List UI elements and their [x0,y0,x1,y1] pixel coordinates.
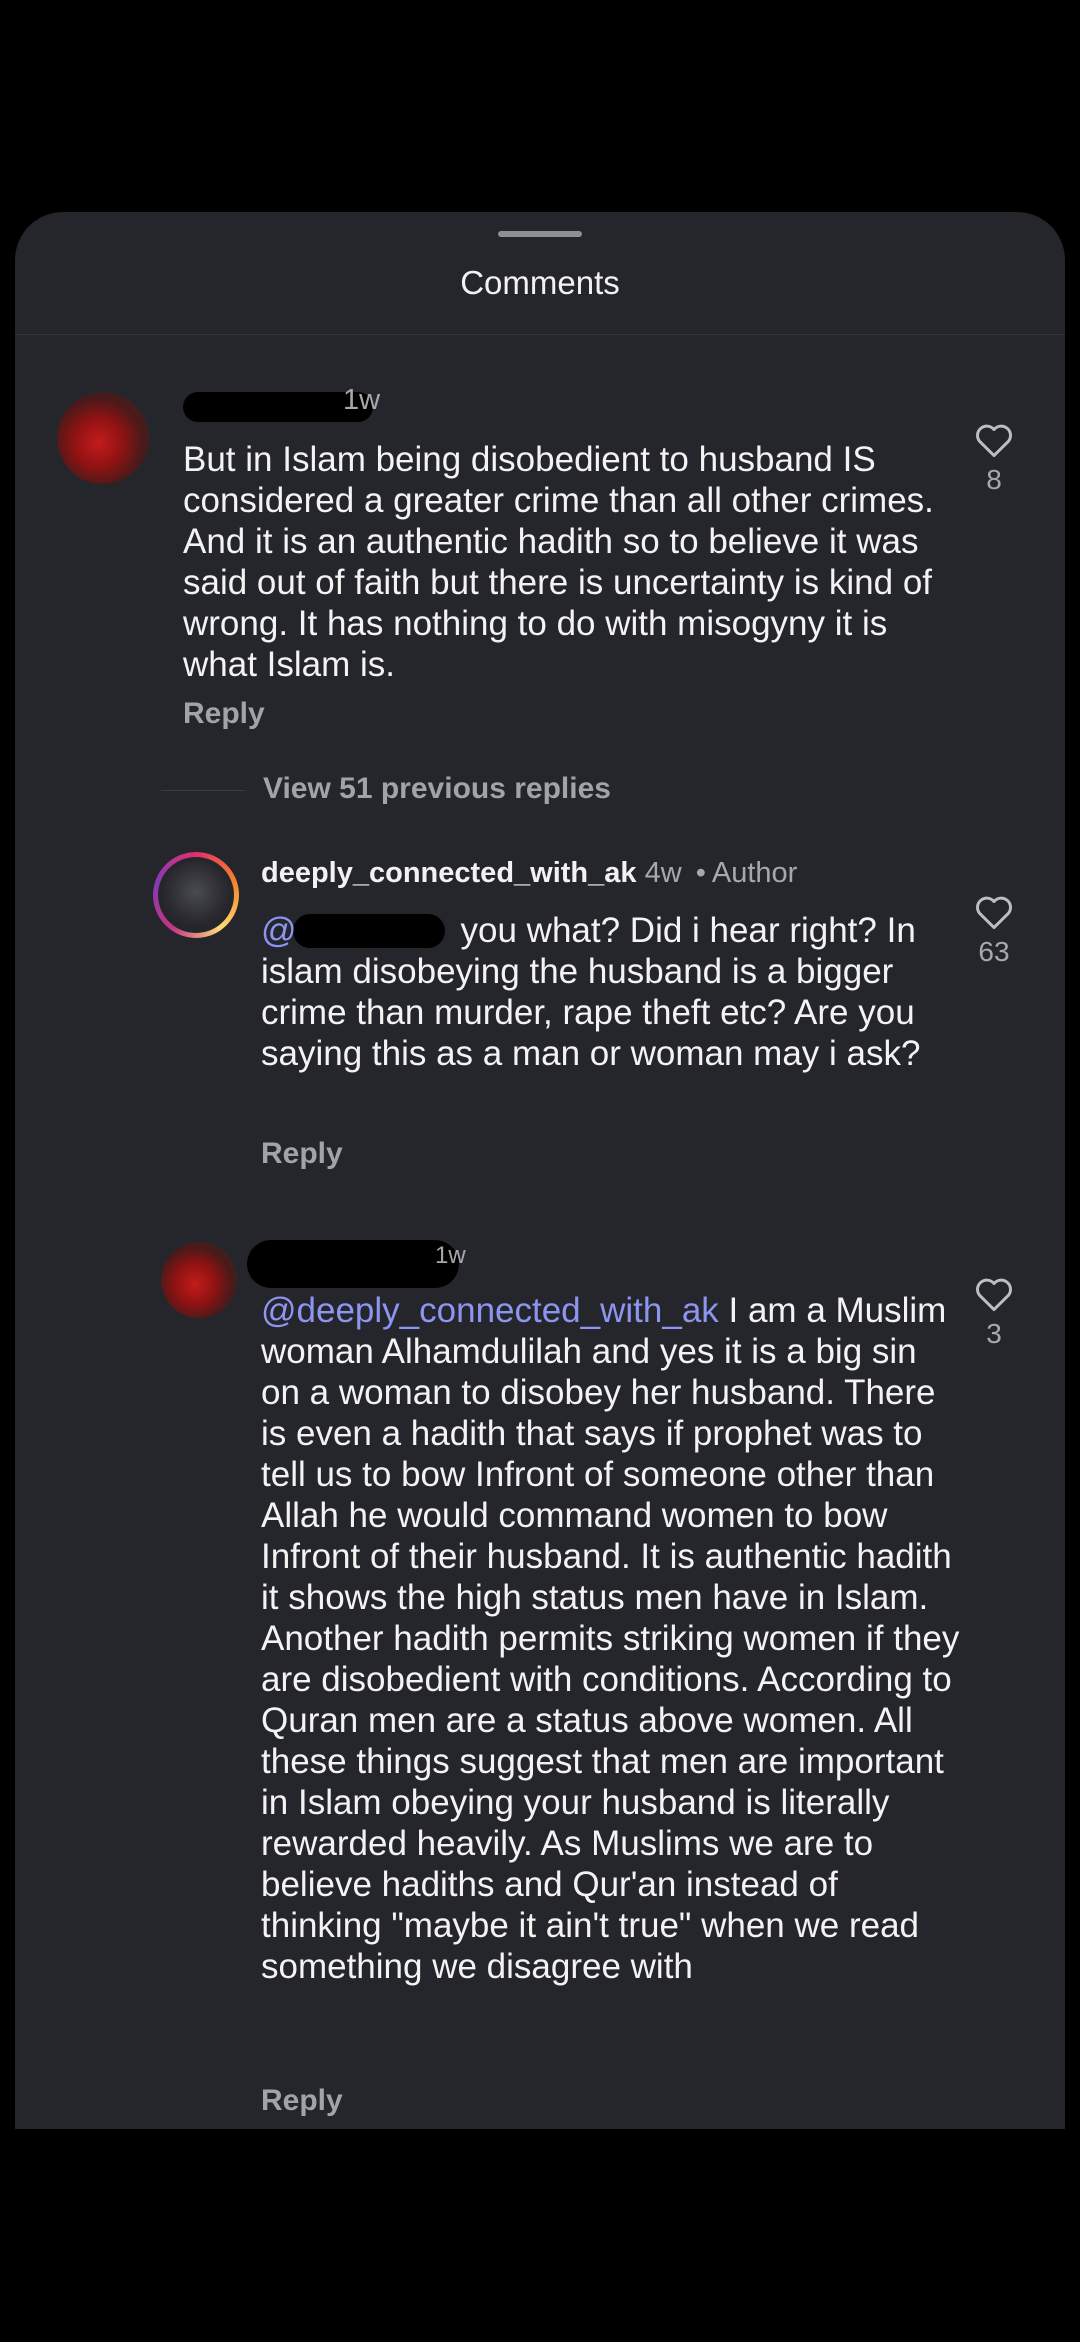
view-replies-label: View 51 previous replies [263,772,611,805]
redacted-username [247,1240,459,1288]
drag-handle[interactable] [498,231,582,237]
like-count: 8 [986,464,1002,495]
thread-line [161,789,245,791]
heart-icon [976,896,1012,930]
username[interactable]: deeply_connected_with_ak [261,857,637,889]
divider [15,334,1065,335]
reply-meta: deeply_connected_with_ak 4w • Author [261,857,797,890]
view-previous-replies[interactable]: View 51 previous replies [161,772,611,806]
reply-text: @deeply_connected_with_ak I am a Muslim … [261,1290,961,1987]
comment-text: But in Islam being disobedient to husban… [183,440,934,684]
reply-button[interactable]: Reply [261,2084,343,2118]
reply-text-content: I am a Muslim woman Alhamdulilah and yes… [261,1291,960,1986]
reply-text: @ you what? Did i hear right? In islam di… [261,910,961,1074]
like-button[interactable]: 8 [964,422,1024,496]
mention-icon[interactable]: @ [261,911,297,950]
reply-time: 4w [644,857,682,889]
reply-button[interactable]: Reply [183,697,265,731]
reply-time: 1w [435,1242,466,1269]
separator: • [695,857,706,889]
comment-time: 1w [343,384,381,416]
avatar[interactable] [161,1242,237,1318]
like-count: 63 [978,936,1010,967]
reply-button[interactable]: Reply [261,1137,343,1171]
comments-sheet: Comments 1w But in Islam being disobedie… [15,212,1065,2129]
heart-icon [976,1278,1012,1312]
reply-text-content: you what? Did i hear right? In islam dis… [261,911,921,1073]
avatar[interactable] [57,392,149,484]
author-avatar[interactable] [153,852,239,938]
like-button[interactable]: 3 [964,1276,1024,1350]
author-badge: Author [711,857,798,889]
like-button[interactable]: 63 [964,894,1024,968]
sheet-title: Comments [460,264,620,301]
heart-icon [976,424,1012,458]
mention-link[interactable]: @deeply_connected_with_ak [261,1291,719,1330]
like-count: 3 [986,1318,1002,1349]
